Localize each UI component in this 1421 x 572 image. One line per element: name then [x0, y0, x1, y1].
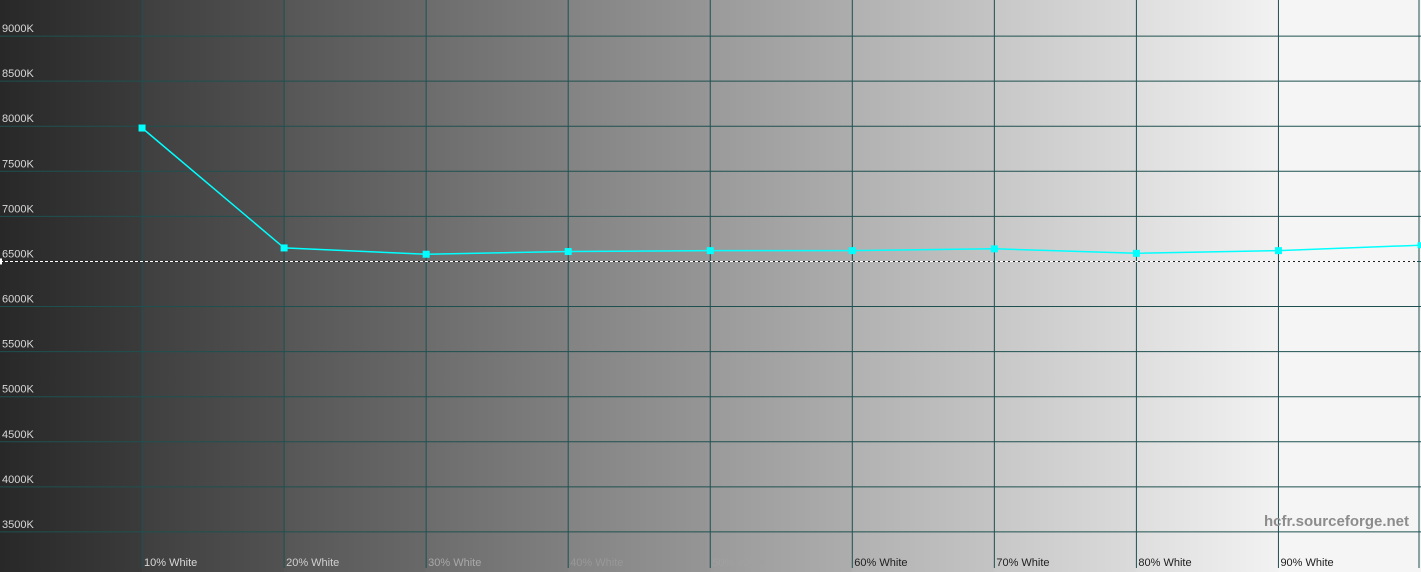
y-tick-label: 9000K — [2, 23, 34, 35]
data-point — [1274, 247, 1282, 255]
x-tick-label: 50% White — [712, 557, 765, 569]
y-tick-label: 5500K — [2, 339, 34, 351]
background-band — [1136, 0, 1279, 572]
background-band — [1278, 0, 1421, 572]
data-point — [1132, 249, 1140, 257]
data-point — [280, 244, 288, 252]
chart-canvas: 3500K 4000K 4500K 5000K 5500K 6000K 6500K 7000K… — [0, 0, 1421, 572]
data-point — [848, 247, 856, 255]
y-tick-label: 7000K — [2, 203, 34, 215]
background-band — [284, 0, 427, 572]
data-point — [138, 124, 146, 132]
y-tick-label: 5000K — [2, 384, 34, 396]
background-band — [710, 0, 853, 572]
x-axis-ticks: 10% White 20% White 30% White 40% White 50% … — [144, 557, 1334, 569]
x-tick-label: 40% White — [570, 557, 623, 569]
background-band — [0, 0, 143, 572]
x-tick-label: 20% White — [286, 557, 339, 569]
watermark-text: hcfr.sourceforge.net — [1264, 513, 1409, 530]
data-point — [706, 247, 714, 255]
data-point — [990, 245, 998, 253]
y-tick-label: 4000K — [2, 474, 34, 486]
y-tick-label: 7500K — [2, 158, 34, 170]
background-band — [568, 0, 711, 572]
reference-marker — [0, 258, 2, 265]
y-tick-label: 3500K — [2, 519, 34, 531]
data-point — [1417, 242, 1421, 249]
background-band — [852, 0, 995, 572]
y-tick-label: 8500K — [2, 68, 34, 80]
data-point — [564, 248, 572, 256]
y-tick-label: 4500K — [2, 429, 34, 441]
x-tick-label: 30% White — [428, 557, 481, 569]
y-tick-label: 6000K — [2, 294, 34, 306]
cct-chart: 3500K 4000K 4500K 5000K 5500K 6000K 6500K 7000K… — [0, 0, 1421, 572]
background-band — [994, 0, 1137, 572]
data-point — [422, 250, 430, 258]
x-tick-label: 80% White — [1138, 557, 1191, 569]
x-tick-label: 60% White — [854, 557, 907, 569]
background-band — [142, 0, 285, 572]
y-tick-label: 6500K — [2, 248, 34, 260]
x-tick-label: 90% White — [1280, 557, 1333, 569]
x-tick-label: 10% White — [144, 557, 197, 569]
x-tick-label: 70% White — [996, 557, 1049, 569]
background-band — [426, 0, 569, 572]
y-tick-label: 8000K — [2, 113, 34, 125]
